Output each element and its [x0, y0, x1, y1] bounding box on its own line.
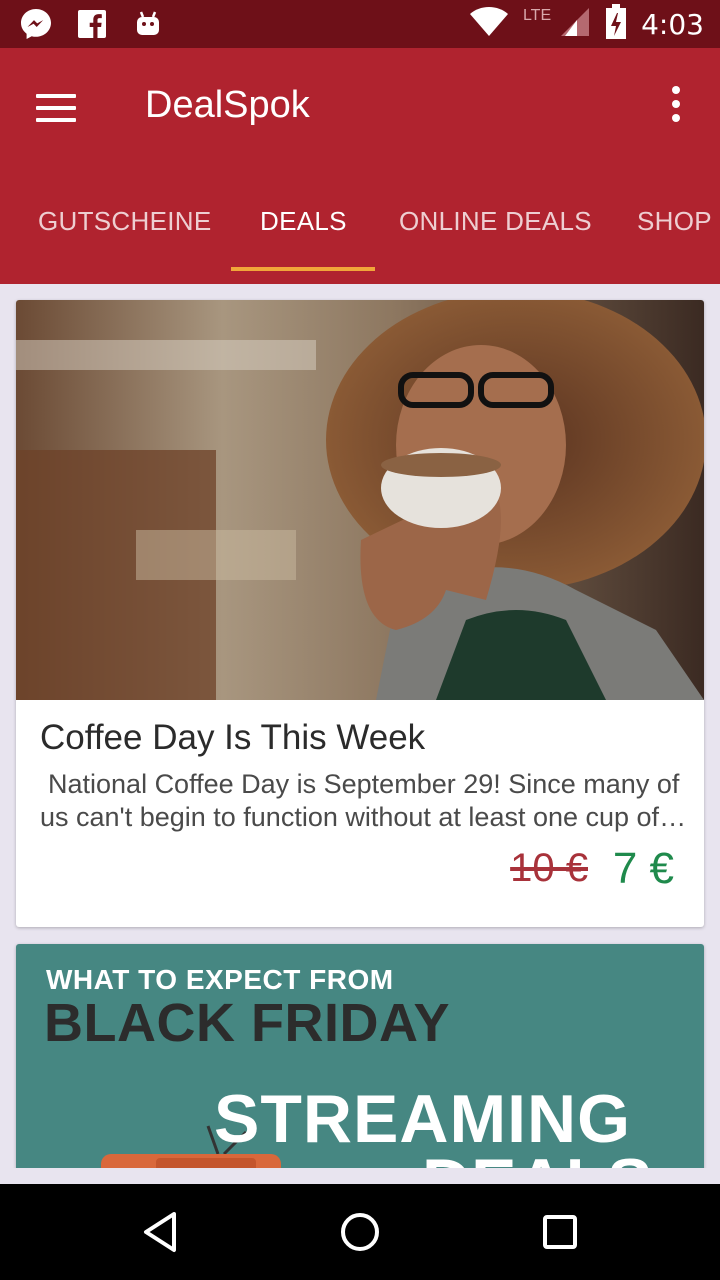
- overflow-menu-icon[interactable]: [656, 80, 696, 128]
- deal-card[interactable]: Coffee Day Is This Week National Coffee …: [16, 300, 704, 927]
- banner-title: BLACK FRIDAY: [44, 993, 451, 1053]
- deal-description: National Coffee Day is September 29! Sin…: [40, 769, 680, 832]
- deal-price: 7 €: [612, 844, 674, 893]
- tab-gutscheine[interactable]: GUTSCHEINE: [38, 206, 211, 237]
- home-icon[interactable]: [336, 1208, 384, 1256]
- tab-deals[interactable]: DEALS: [260, 206, 347, 237]
- recents-icon[interactable]: [536, 1208, 584, 1256]
- banner-headline-2: DEALS: [422, 1144, 652, 1168]
- app-title: DealSpok: [145, 84, 310, 126]
- tab-shop[interactable]: SHOP: [637, 206, 712, 237]
- battery-icon: [605, 3, 627, 45]
- navigation-bar: [0, 1184, 720, 1280]
- clock: 4:03: [641, 7, 704, 41]
- signal-icon: [559, 6, 591, 43]
- tab-online-deals[interactable]: ONLINE DEALS: [399, 206, 592, 237]
- deal-list[interactable]: Coffee Day Is This Week National Coffee …: [0, 284, 720, 1168]
- back-icon[interactable]: [136, 1208, 184, 1256]
- messenger-icon: [18, 6, 54, 42]
- hamburger-menu-icon[interactable]: [28, 80, 84, 136]
- android-icon: [130, 6, 166, 42]
- deal-image: [16, 300, 704, 700]
- active-tab-indicator: [231, 267, 375, 271]
- deal-title: Coffee Day Is This Week: [40, 718, 426, 757]
- wifi-icon: [469, 6, 509, 43]
- facebook-icon: [74, 6, 110, 42]
- tab-bar: GUTSCHEINE DEALS ONLINE DEALS SHOP: [0, 178, 720, 284]
- network-type: LTE: [522, 7, 552, 24]
- status-bar: LTE 4:03: [0, 0, 720, 48]
- original-price: 10 €: [510, 846, 588, 890]
- app-bar: DealSpok GUTSCHEINE DEALS ONLINE DEALS S…: [0, 48, 720, 284]
- deal-card-banner[interactable]: WHAT TO EXPECT FROM BLACK FRIDAY STREAMI…: [16, 944, 704, 1168]
